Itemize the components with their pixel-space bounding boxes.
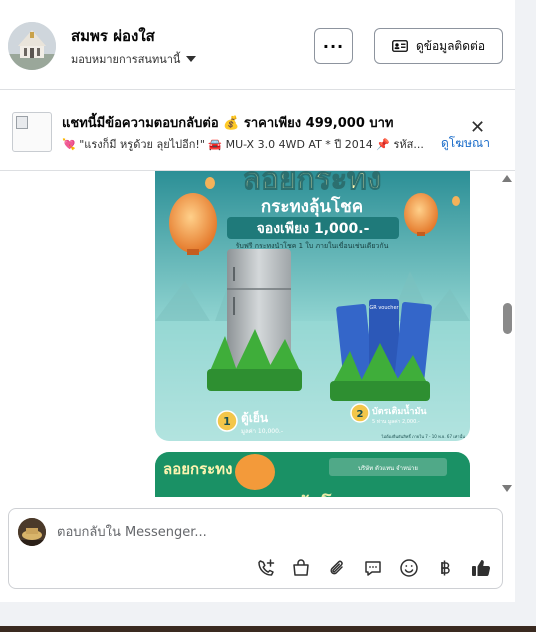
scrollbar-thumb[interactable] [503,303,512,334]
ad-thumbnail[interactable] [12,112,52,152]
promo-image-message-2[interactable]: ลอยกระทง บริษัท ตัวแทน จำหน่าย ลอยกระทงล… [155,452,470,497]
phone-plus-icon[interactable] [254,557,278,579]
svg-text:ลอยกระทงลุ้นโชค: ลอยกระทงลุ้นโชค [215,493,356,497]
promo-fine-print: ไม่ต้องยืนยันสิทธิ์ ภายใน 7 - 10 พ.ย. 67… [380,432,465,439]
prize1-title: ตู้เย็น [241,410,269,426]
view-contact-button[interactable]: ดูข้อมูลติดต่อ [374,28,503,64]
promo2-headline: ลอยกระทง [163,460,232,478]
scroll-up-arrow-icon[interactable] [502,175,512,182]
shopping-bag-icon[interactable] [289,557,313,579]
ad-title: แชทนี้มีข้อความตอบกลับต่อ 💰 ราคาเพียง 49… [62,116,394,131]
prize1-value: มูลค่า 10,000.- [241,428,283,435]
more-options-button[interactable]: ··· [314,28,353,64]
promo-banner-line3: รับฟรี กระทงนำโชค 1 ใบ ภายในเขื่อนเช่นเด… [236,241,389,250]
ad-description: 💘 "แรงก็มี หรูด้วย ลุยไปอีก!" 🚘 MU-X 3.0… [62,138,424,151]
thumbs-up-icon[interactable] [469,557,493,579]
broken-image-icon [16,116,28,129]
paperclip-icon[interactable] [325,557,349,579]
page-name[interactable]: สมพร ผ่องใส [71,24,155,48]
promo-banner-line1: กระทงลุ้นโชค [261,196,363,217]
taskbar-edge [0,626,536,632]
promo-image-message[interactable]: ลอยกระทง กระทงลุ้นโชค จองเพียง 1,000.- ร… [155,171,470,441]
assign-label: มอบหมายการสนทนานี้ [71,53,181,66]
conversation-header: สมพร ผ่องใส มอบหมายการสนทนานี้ ··· ดูข้อ… [0,0,515,90]
prize1-number: 1 [223,415,231,428]
prize2-number: 2 [357,409,364,420]
voucher-label: GR voucher [369,305,399,311]
reply-input[interactable] [57,521,457,543]
assign-conversation[interactable]: มอบหมายการสนทนานี้ [71,50,197,68]
sender-avatar [18,518,46,546]
contact-card-icon [392,40,408,52]
page-background-bottom [0,602,536,626]
close-icon[interactable]: ✕ [470,119,485,137]
baht-icon[interactable] [433,557,457,579]
ad-context-banner: แชทนี้มีข้อความตอบกลับต่อ 💰 ราคาเพียง 49… [0,91,515,171]
conversation-panel: สมพร ผ่องใส มอบหมายการสนทนานี้ ··· ดูข้อ… [0,0,515,602]
page-background-right [515,0,536,602]
promo-banner-line2: จองเพียง 1,000.- [257,221,370,237]
page-avatar[interactable] [8,22,56,70]
smiley-icon[interactable] [397,557,421,579]
message-list[interactable]: ลอยกระทง กระทงลุ้นโชค จองเพียง 1,000.- ร… [0,171,515,497]
promo-headline: ลอยกระทง [243,171,382,197]
scroll-down-arrow-icon[interactable] [502,485,512,492]
prize2-value: 5 ท่าน มูลค่า 2,000.- [372,419,420,425]
view-contact-label: ดูข้อมูลติดต่อ [415,38,486,53]
chat-bubble-icon[interactable] [361,557,385,579]
reply-composer [8,508,503,589]
caret-down-icon [186,56,197,62]
promo2-brand: บริษัท ตัวแทน จำหน่าย [358,465,418,472]
